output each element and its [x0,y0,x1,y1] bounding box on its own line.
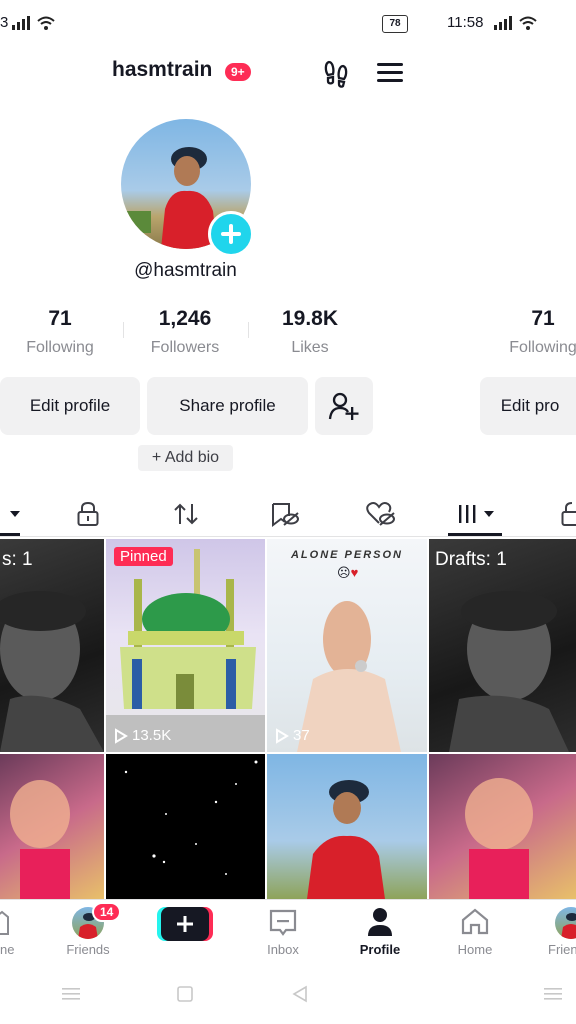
add-friend-button[interactable] [315,377,373,435]
system-nav [0,962,576,1024]
heart-hidden-icon [366,502,395,526]
likes-count[interactable]: 19.8K [250,307,370,331]
stat-divider [248,322,249,338]
home-icon [461,908,489,935]
right-tab-videos [452,494,502,534]
profile-handle: @hasmtrain [134,260,237,281]
mosque-image [106,549,265,752]
lock-icon [561,502,576,526]
following-count[interactable]: 71 [0,307,120,331]
share-profile-label: Share profile [179,396,276,415]
right-video-thumb-draft: Drafts: 1 [429,539,576,752]
username-title[interactable]: hasmtrain [112,58,212,82]
lock-icon [77,501,99,526]
nav-left-fragment: ne [0,942,15,957]
video-thumb-black[interactable] [106,754,265,899]
caret-down-icon [10,511,20,517]
followers-label[interactable]: Followers [125,339,245,357]
recents-icon[interactable] [62,987,80,1001]
stat-divider [123,322,124,338]
battery-icon: 78 [382,15,408,33]
nav-right-fragment: Frien [548,942,576,957]
nav-profile[interactable]: Profile [340,942,420,957]
nav-home: Home [457,942,493,957]
add-bio-button[interactable]: + Add bio [138,445,233,471]
draft-count: Drafts: 1 [435,549,507,570]
profile-icon[interactable] [366,906,394,938]
overlay-title: ALONE PERSON [290,549,403,561]
repost-icon [174,503,198,525]
right-video-thumb-blur [429,754,576,899]
video-thumb-alone[interactable]: ALONE PERSON ☹♥ 37 [267,539,427,752]
create-button[interactable] [157,907,213,941]
tab-favorites[interactable] [266,494,302,534]
nav-inbox[interactable]: Inbox [243,942,323,957]
add-user-icon [328,392,359,420]
home-icon-partial [0,910,9,935]
video-thumb-red-shirt[interactable] [267,754,427,899]
add-avatar-button[interactable] [208,211,254,257]
home-button-icon[interactable] [177,986,193,1002]
view-count-value: 37 [293,727,310,744]
video-thumb-pinned[interactable]: Pinned 13.5K [106,539,265,752]
pinned-badge: Pinned [114,547,173,566]
edit-profile-button[interactable]: Edit profile [0,377,140,435]
menu-icon[interactable] [376,60,404,86]
tab-private[interactable] [70,494,106,534]
signal-wifi-icon [12,16,55,30]
notification-badge: 9+ [225,63,251,81]
tab-videos[interactable] [0,494,30,534]
tab-liked[interactable] [362,494,398,534]
tab-divider [0,536,576,537]
bookmark-hidden-icon [272,503,299,527]
likes-label[interactable]: Likes [250,339,370,357]
footprints-icon[interactable] [322,58,352,88]
view-count: 37 [275,727,310,744]
battery-level: 78 [389,18,401,29]
right-edit-profile-button: Edit pro [480,377,576,435]
back-icon[interactable] [292,985,308,1003]
recents-icon-2 [544,988,562,1000]
video-thumb-draft[interactable]: s: 1 [0,539,104,752]
right-following-label: Following [509,339,576,356]
status-bar: 3 78 11:58 [0,0,576,48]
tab-reposts[interactable] [168,494,204,534]
view-count: 13.5K [114,727,171,744]
grid-icon [459,505,494,523]
play-icon [276,727,289,744]
share-profile-button[interactable]: Share profile [147,377,308,435]
followers-count[interactable]: 1,246 [125,307,245,331]
stars-image [124,760,258,875]
inbox-icon[interactable] [268,908,298,938]
friends-badge: 14 [92,902,122,922]
add-bio-label: + Add bio [151,449,220,466]
play-icon [115,727,128,744]
status-fragment: 3 [0,14,9,31]
right-following-count: 71 [531,307,555,330]
emoji-overlay: ☹♥ [337,565,359,580]
right-edit-profile-label: Edit pro [500,396,560,415]
plus-icon [221,224,241,244]
following-label[interactable]: Following [0,339,120,357]
right-tab-private [556,494,576,534]
video-thumb-blur[interactable] [0,754,104,899]
view-count-value: 13.5K [132,727,172,744]
draft-count: s: 1 [2,549,33,570]
status-time: 11:58 [447,14,484,31]
nav-friends[interactable]: Friends [48,942,128,957]
signal-wifi-icon-2 [494,16,537,30]
edit-profile-label: Edit profile [29,396,111,415]
plus-icon [177,916,193,932]
